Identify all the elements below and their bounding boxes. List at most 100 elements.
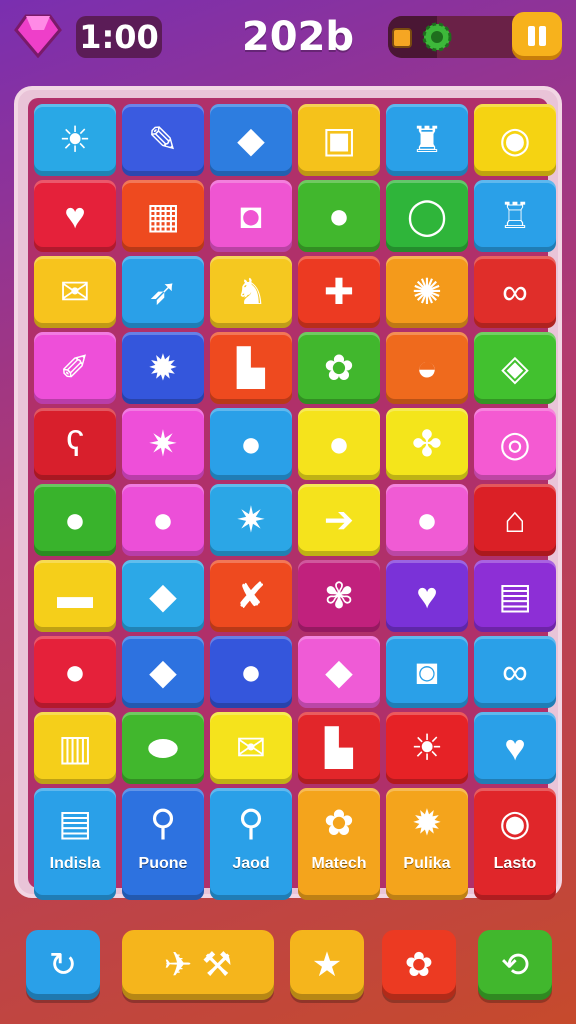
tile[interactable]: ▣ bbox=[298, 104, 380, 176]
tile[interactable]: ⚲ Jaod bbox=[210, 788, 292, 900]
heart-icon: ♥ bbox=[64, 195, 86, 236]
tile[interactable]: ➔ bbox=[298, 484, 380, 556]
gear-icon[interactable] bbox=[420, 20, 454, 54]
tile[interactable]: ◉ bbox=[474, 104, 556, 176]
tile[interactable]: ✚ bbox=[298, 256, 380, 328]
tile[interactable]: ⌂ bbox=[474, 484, 556, 556]
capsule-icon: ▬ bbox=[57, 575, 93, 616]
blueberry-icon: ● bbox=[416, 499, 438, 540]
tile[interactable]: ◒ bbox=[386, 332, 468, 404]
sun-icon: ✹ bbox=[411, 802, 443, 843]
tile[interactable]: ✾ bbox=[298, 560, 380, 632]
tile[interactable]: ♥ bbox=[34, 180, 116, 252]
tile[interactable]: ∞ bbox=[474, 256, 556, 328]
phone-icon: ⚲ bbox=[149, 802, 177, 843]
notebook-icon: ▤ bbox=[497, 575, 532, 616]
tag-icon: ✐ bbox=[59, 347, 91, 388]
tile[interactable]: ● bbox=[298, 408, 380, 480]
tile[interactable]: ✷ bbox=[210, 484, 292, 556]
tile[interactable]: ▙ bbox=[298, 712, 380, 784]
tile[interactable]: ✷ bbox=[122, 408, 204, 480]
tile[interactable]: ☀ bbox=[34, 104, 116, 176]
tile[interactable]: ▤ Indisla bbox=[34, 788, 116, 900]
tile[interactable]: ✹ Pulika bbox=[386, 788, 468, 900]
tile[interactable]: ✿ bbox=[298, 332, 380, 404]
tile[interactable]: ♜ bbox=[386, 104, 468, 176]
tile[interactable]: ▦ bbox=[122, 180, 204, 252]
tile[interactable]: ◆ bbox=[298, 636, 380, 708]
coin-icon: ◉ bbox=[499, 802, 531, 843]
gem-leaf-icon: ◈ bbox=[501, 347, 529, 388]
tile[interactable]: ✺ bbox=[386, 256, 468, 328]
document-icon: ▤ bbox=[57, 802, 92, 843]
sun-icon: ✹ bbox=[147, 347, 179, 388]
tile[interactable]: ✐ bbox=[34, 332, 116, 404]
window-icon: ▣ bbox=[321, 119, 356, 160]
gem-icon[interactable] bbox=[14, 14, 62, 58]
tile[interactable]: ● bbox=[34, 484, 116, 556]
tile[interactable]: ▙ bbox=[210, 332, 292, 404]
tile[interactable]: ▥ bbox=[34, 712, 116, 784]
tile[interactable]: ● bbox=[210, 408, 292, 480]
tile[interactable]: ✹ bbox=[122, 332, 204, 404]
shopping-bag-icon: ♖ bbox=[498, 195, 532, 236]
tile[interactable]: ✎ bbox=[122, 104, 204, 176]
star-icon: ★ bbox=[311, 946, 343, 984]
tile[interactable]: ● bbox=[298, 180, 380, 252]
tile-grid: ☀ ✎ ◆ ▣ ♜ ◉ ♥ ▦ ◘ ● ◯ ♖ ✉ ➶ ♞ ✚ ✺ ∞ ✐ ✹ ▙ ✿ ◒ ◈ ʕ ✷ ● ● ✤ ◎ ● ● ✷ ➔ ● ⌂ ▬ ◆ ✘ ✾… bbox=[28, 98, 556, 900]
tile[interactable]: ◙ bbox=[386, 636, 468, 708]
orange-icon: ● bbox=[240, 423, 262, 464]
hook-icon: ʕ bbox=[66, 423, 84, 464]
berry-icon: ● bbox=[152, 499, 174, 540]
tile[interactable]: ◎ bbox=[474, 408, 556, 480]
refresh-button[interactable]: ↻ bbox=[26, 930, 100, 1000]
tile-label: Puone bbox=[138, 855, 188, 872]
star-button[interactable]: ★ bbox=[290, 930, 364, 1000]
tile[interactable]: ◘ bbox=[210, 180, 292, 252]
tile[interactable]: ◆ bbox=[122, 560, 204, 632]
tile[interactable]: ◆ bbox=[210, 104, 292, 176]
gear-icon: ✷ bbox=[235, 499, 267, 540]
house-icon: ⌂ bbox=[504, 499, 526, 540]
tile[interactable]: ♥ bbox=[474, 712, 556, 784]
tile[interactable]: ● bbox=[122, 484, 204, 556]
tile[interactable]: ➶ bbox=[122, 256, 204, 328]
hint-button[interactable]: ✿ bbox=[382, 930, 456, 1000]
tile[interactable]: ● bbox=[210, 636, 292, 708]
leaf-icon: ➶ bbox=[147, 271, 179, 312]
tile[interactable]: ◈ bbox=[474, 332, 556, 404]
camera-icon: ◘ bbox=[240, 195, 262, 236]
tile[interactable]: ✿ Matech bbox=[298, 788, 380, 900]
tile[interactable]: ♞ bbox=[210, 256, 292, 328]
tile[interactable]: ✉ bbox=[34, 256, 116, 328]
apple-icon: ● bbox=[328, 195, 350, 236]
tile[interactable]: ◉ Lasto bbox=[474, 788, 556, 900]
tools-button[interactable]: ✈ ⚒ bbox=[122, 930, 274, 1000]
heart-icon: ♥ bbox=[416, 575, 438, 616]
tile[interactable]: ◆ bbox=[122, 636, 204, 708]
tile[interactable]: ✉ bbox=[210, 712, 292, 784]
shuffle-button[interactable]: ⟲ bbox=[478, 930, 552, 1000]
cherries-icon: ∞ bbox=[502, 651, 528, 692]
tile[interactable]: ▬ bbox=[34, 560, 116, 632]
tile[interactable]: ▤ bbox=[474, 560, 556, 632]
macaron-icon: ⬬ bbox=[147, 727, 179, 768]
gear-icon: ✷ bbox=[147, 423, 179, 464]
pause-button[interactable] bbox=[512, 12, 562, 60]
tile[interactable]: ☀ bbox=[386, 712, 468, 784]
tile-label: Pulika bbox=[403, 855, 451, 872]
tile[interactable]: ⚲ Puone bbox=[122, 788, 204, 900]
tile[interactable]: ✘ bbox=[210, 560, 292, 632]
refresh-icon: ↻ bbox=[48, 946, 78, 984]
tile[interactable]: ◯ bbox=[386, 180, 468, 252]
tile[interactable]: ʕ bbox=[34, 408, 116, 480]
tile[interactable]: ♖ bbox=[474, 180, 556, 252]
tile[interactable]: ● bbox=[386, 484, 468, 556]
tile[interactable]: ∞ bbox=[474, 636, 556, 708]
cluster-icon: ✾ bbox=[323, 575, 355, 616]
tile[interactable]: ♥ bbox=[386, 560, 468, 632]
tile[interactable]: ● bbox=[34, 636, 116, 708]
tile[interactable]: ✤ bbox=[386, 408, 468, 480]
tile[interactable]: ⬬ bbox=[122, 712, 204, 784]
paper-icon: ▙ bbox=[237, 347, 265, 388]
